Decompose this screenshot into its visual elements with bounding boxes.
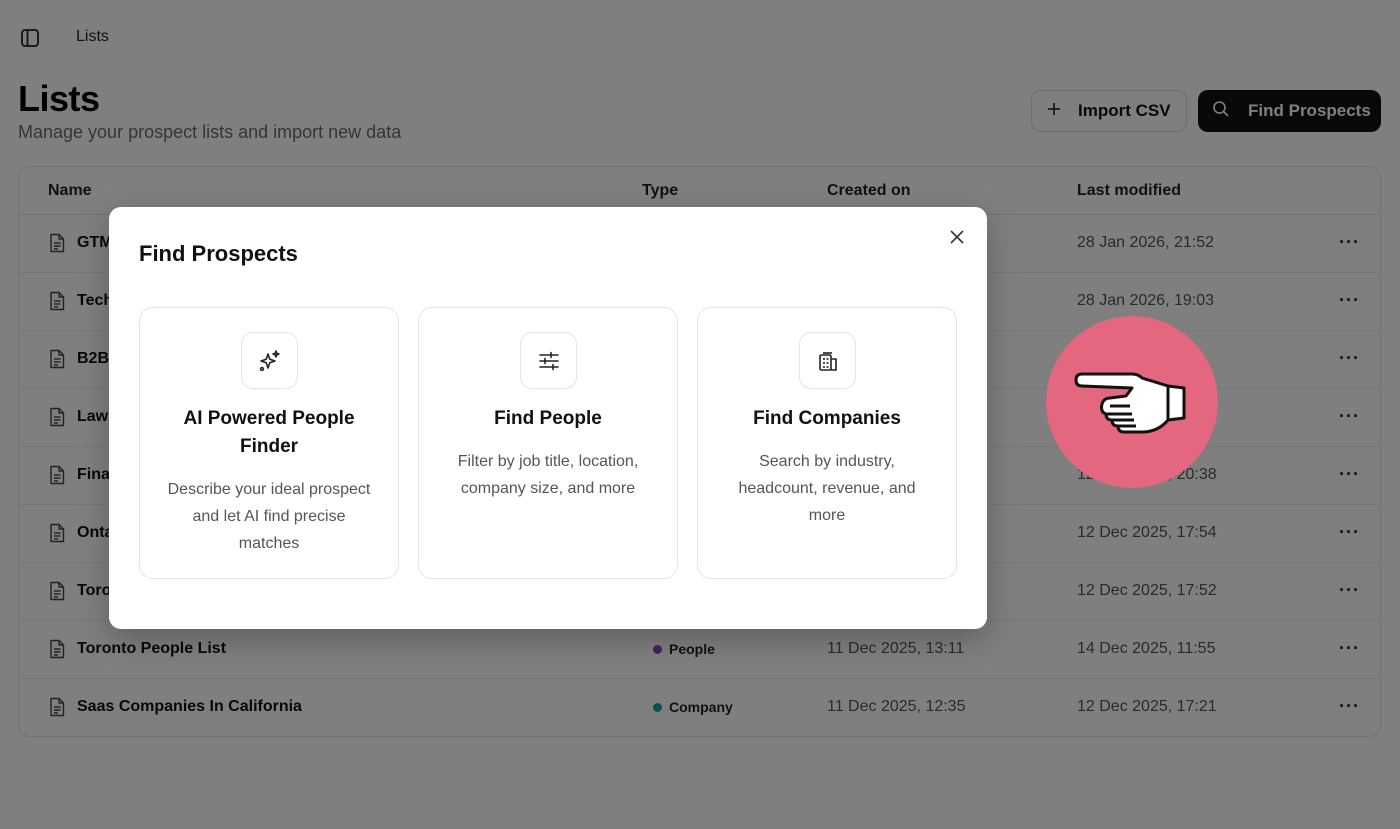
find-prospects-modal: Find Prospects AI Powered People Finder … — [109, 207, 987, 629]
card-description: Search by industry, headcount, revenue, … — [738, 453, 916, 524]
modal-title: Find Prospects — [139, 241, 298, 266]
find-companies-card[interactable]: Find Companies Search by industry, headc… — [697, 307, 957, 579]
sliders-icon — [520, 332, 577, 389]
card-description: Describe your ideal prospect and let AI … — [167, 481, 371, 552]
ai-people-finder-card[interactable]: AI Powered People Finder Describe your i… — [139, 307, 399, 579]
close-icon[interactable] — [947, 227, 967, 247]
pointing-hand-icon — [1072, 366, 1190, 443]
card-title: Find Companies — [753, 408, 901, 429]
sparkles-icon — [241, 332, 298, 389]
card-title: AI Powered People Finder — [183, 408, 355, 457]
card-description: Filter by job title, location, company s… — [457, 453, 639, 497]
building-icon — [799, 332, 856, 389]
card-title: Find People — [494, 408, 602, 429]
find-people-card[interactable]: Find People Filter by job title, locatio… — [418, 307, 678, 579]
